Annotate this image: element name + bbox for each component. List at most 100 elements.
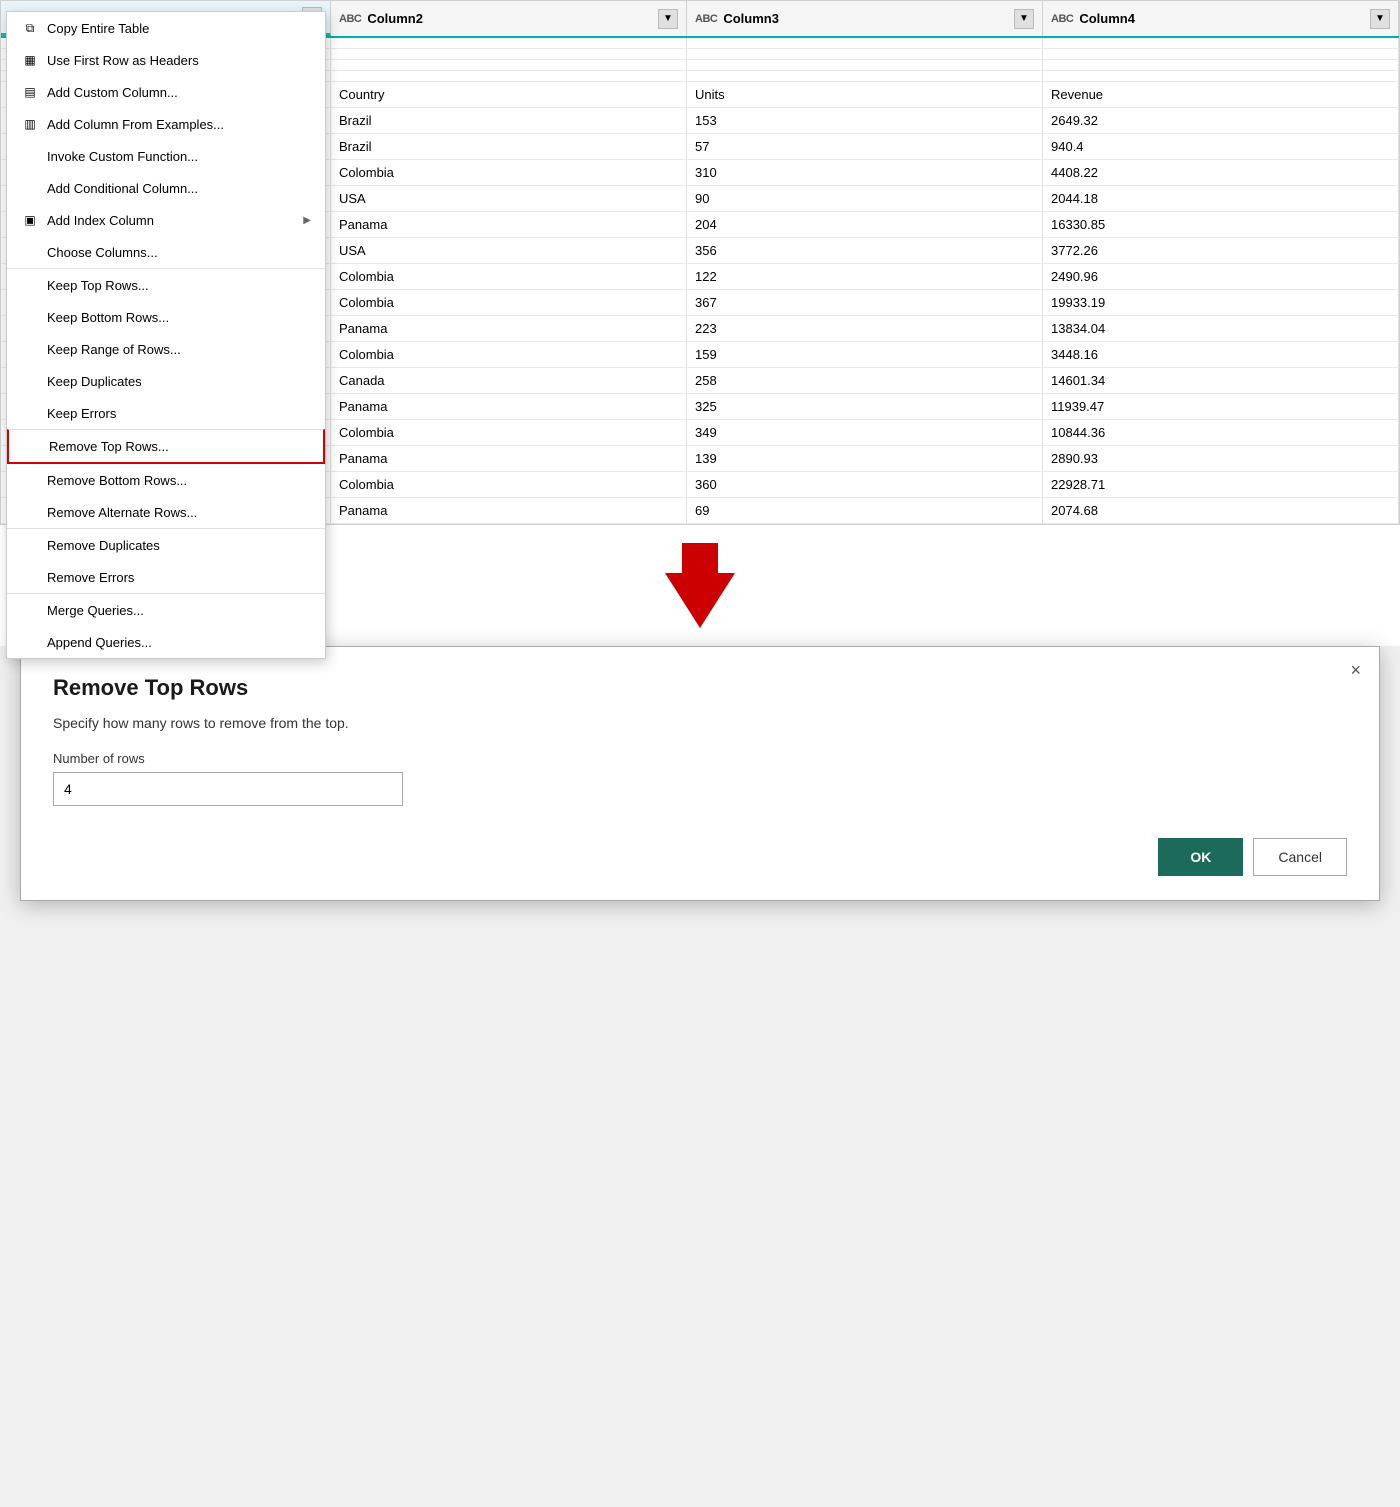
menu-item-remove-errors[interactable]: Remove Errors [7, 561, 325, 593]
dialog-close-button[interactable]: × [1350, 661, 1361, 679]
cell-col4: 16330.85 [1043, 212, 1399, 237]
cell-col3: 139 [687, 446, 1043, 471]
menu-label-use-first-row: Use First Row as Headers [47, 53, 311, 68]
menu-item-add-custom-col[interactable]: ▤ Add Custom Column... [7, 76, 325, 108]
cell-col2: Colombia [331, 472, 687, 497]
menu-icon-append-queries [21, 633, 39, 651]
cell-col3: 349 [687, 420, 1043, 445]
menu-label-remove-alternate-rows: Remove Alternate Rows... [47, 505, 311, 520]
cell-col3: 367 [687, 290, 1043, 315]
menu-label-add-col-examples: Add Column From Examples... [47, 117, 311, 132]
cell-col2: Panama [331, 498, 687, 523]
cell-col2: Colombia [331, 290, 687, 315]
cell-col2: Panama [331, 316, 687, 341]
cell-col3: 159 [687, 342, 1043, 367]
menu-item-remove-bottom-rows[interactable]: Remove Bottom Rows... [7, 464, 325, 496]
menu-label-keep-top-rows: Keep Top Rows... [47, 278, 311, 293]
menu-icon-invoke-function [21, 147, 39, 165]
cell-col3: 223 [687, 316, 1043, 341]
col2-dropdown[interactable]: ▼ [658, 9, 678, 29]
cell-col3: 325 [687, 394, 1043, 419]
ok-button[interactable]: OK [1158, 838, 1243, 876]
cell-col4: 14601.34 [1043, 368, 1399, 393]
menu-item-remove-top-rows[interactable]: Remove Top Rows... [7, 429, 325, 464]
menu-label-remove-bottom-rows: Remove Bottom Rows... [47, 473, 311, 488]
menu-icon-remove-top-rows [23, 437, 41, 455]
arrow-head [665, 573, 735, 628]
menu-icon-keep-duplicates [21, 372, 39, 390]
cell-col4: 11939.47 [1043, 394, 1399, 419]
cell-col3: 204 [687, 212, 1043, 237]
menu-icon-keep-bottom-rows [21, 308, 39, 326]
menu-icon-remove-alternate-rows [21, 503, 39, 521]
menu-item-keep-range-rows[interactable]: Keep Range of Rows... [7, 333, 325, 365]
cell-col2: Brazil [331, 134, 687, 159]
dialog-title: Remove Top Rows [53, 675, 1347, 701]
cell-col2: Panama [331, 212, 687, 237]
cell-col4 [1043, 38, 1399, 48]
menu-label-invoke-function: Invoke Custom Function... [47, 149, 311, 164]
cancel-button[interactable]: Cancel [1253, 838, 1347, 876]
menu-icon-choose-cols [21, 243, 39, 261]
cell-col2: Panama [331, 394, 687, 419]
cell-col4 [1043, 71, 1399, 81]
menu-icon-remove-errors [21, 568, 39, 586]
menu-label-choose-cols: Choose Columns... [47, 245, 311, 260]
cell-col4: 19933.19 [1043, 290, 1399, 315]
menu-icon-remove-duplicates [21, 536, 39, 554]
menu-item-add-conditional[interactable]: Add Conditional Column... [7, 172, 325, 204]
menu-label-keep-duplicates: Keep Duplicates [47, 374, 311, 389]
col2-name: Column2 [367, 11, 652, 26]
menu-icon-add-col-examples: ▥ [21, 115, 39, 133]
col3-dropdown[interactable]: ▼ [1014, 9, 1034, 29]
rows-input[interactable] [53, 772, 403, 806]
menu-item-keep-top-rows[interactable]: Keep Top Rows... [7, 268, 325, 301]
cell-col3 [687, 38, 1043, 48]
cell-col3 [687, 71, 1043, 81]
cell-col3: 153 [687, 108, 1043, 133]
menu-item-choose-cols[interactable]: Choose Columns... [7, 236, 325, 268]
menu-icon-add-index: ▣ [21, 211, 39, 229]
menu-item-invoke-function[interactable]: Invoke Custom Function... [7, 140, 325, 172]
cell-col2: Canada [331, 368, 687, 393]
cell-col3: 310 [687, 160, 1043, 185]
col-header-2[interactable]: ABC Column2 ▼ [331, 1, 687, 36]
cell-col4: 3448.16 [1043, 342, 1399, 367]
menu-item-use-first-row[interactable]: ▦ Use First Row as Headers [7, 44, 325, 76]
cell-col3 [687, 60, 1043, 70]
menu-label-keep-errors: Keep Errors [47, 406, 311, 421]
menu-item-keep-errors[interactable]: Keep Errors [7, 397, 325, 429]
menu-item-keep-bottom-rows[interactable]: Keep Bottom Rows... [7, 301, 325, 333]
cell-col2: Colombia [331, 264, 687, 289]
table-area: ABC Column1 ▼ ABC Column2 ▼ ABC Column3 … [0, 0, 1400, 525]
context-menu[interactable]: ⧉ Copy Entire Table ▦ Use First Row as H… [6, 11, 326, 659]
cell-col3: 69 [687, 498, 1043, 523]
cell-col4: Revenue [1043, 82, 1399, 107]
menu-icon-remove-bottom-rows [21, 471, 39, 489]
menu-item-remove-alternate-rows[interactable]: Remove Alternate Rows... [7, 496, 325, 528]
menu-label-remove-duplicates: Remove Duplicates [47, 538, 311, 553]
menu-item-keep-duplicates[interactable]: Keep Duplicates [7, 365, 325, 397]
menu-icon-copy-table: ⧉ [21, 19, 39, 37]
menu-label-append-queries: Append Queries... [47, 635, 311, 650]
menu-arrow-add-index: ▶ [303, 215, 311, 226]
cell-col3: Units [687, 82, 1043, 107]
col-header-4[interactable]: ABC Column4 ▼ [1043, 1, 1399, 36]
cell-col4: 13834.04 [1043, 316, 1399, 341]
menu-item-remove-duplicates[interactable]: Remove Duplicates [7, 528, 325, 561]
cell-col2 [331, 60, 687, 70]
cell-col2: Country [331, 82, 687, 107]
cell-col4: 2890.93 [1043, 446, 1399, 471]
menu-label-copy-table: Copy Entire Table [47, 21, 311, 36]
menu-item-append-queries[interactable]: Append Queries... [7, 626, 325, 658]
dialog-description: Specify how many rows to remove from the… [53, 715, 1347, 731]
menu-item-copy-table[interactable]: ⧉ Copy Entire Table [7, 12, 325, 44]
cell-col3: 360 [687, 472, 1043, 497]
col4-dropdown[interactable]: ▼ [1370, 9, 1390, 29]
dialog: × Remove Top Rows Specify how many rows … [20, 646, 1380, 901]
dialog-buttons: OK Cancel [53, 838, 1347, 876]
col-header-3[interactable]: ABC Column3 ▼ [687, 1, 1043, 36]
menu-item-add-col-examples[interactable]: ▥ Add Column From Examples... [7, 108, 325, 140]
menu-item-merge-queries[interactable]: Merge Queries... [7, 593, 325, 626]
menu-item-add-index[interactable]: ▣ Add Index Column ▶ [7, 204, 325, 236]
